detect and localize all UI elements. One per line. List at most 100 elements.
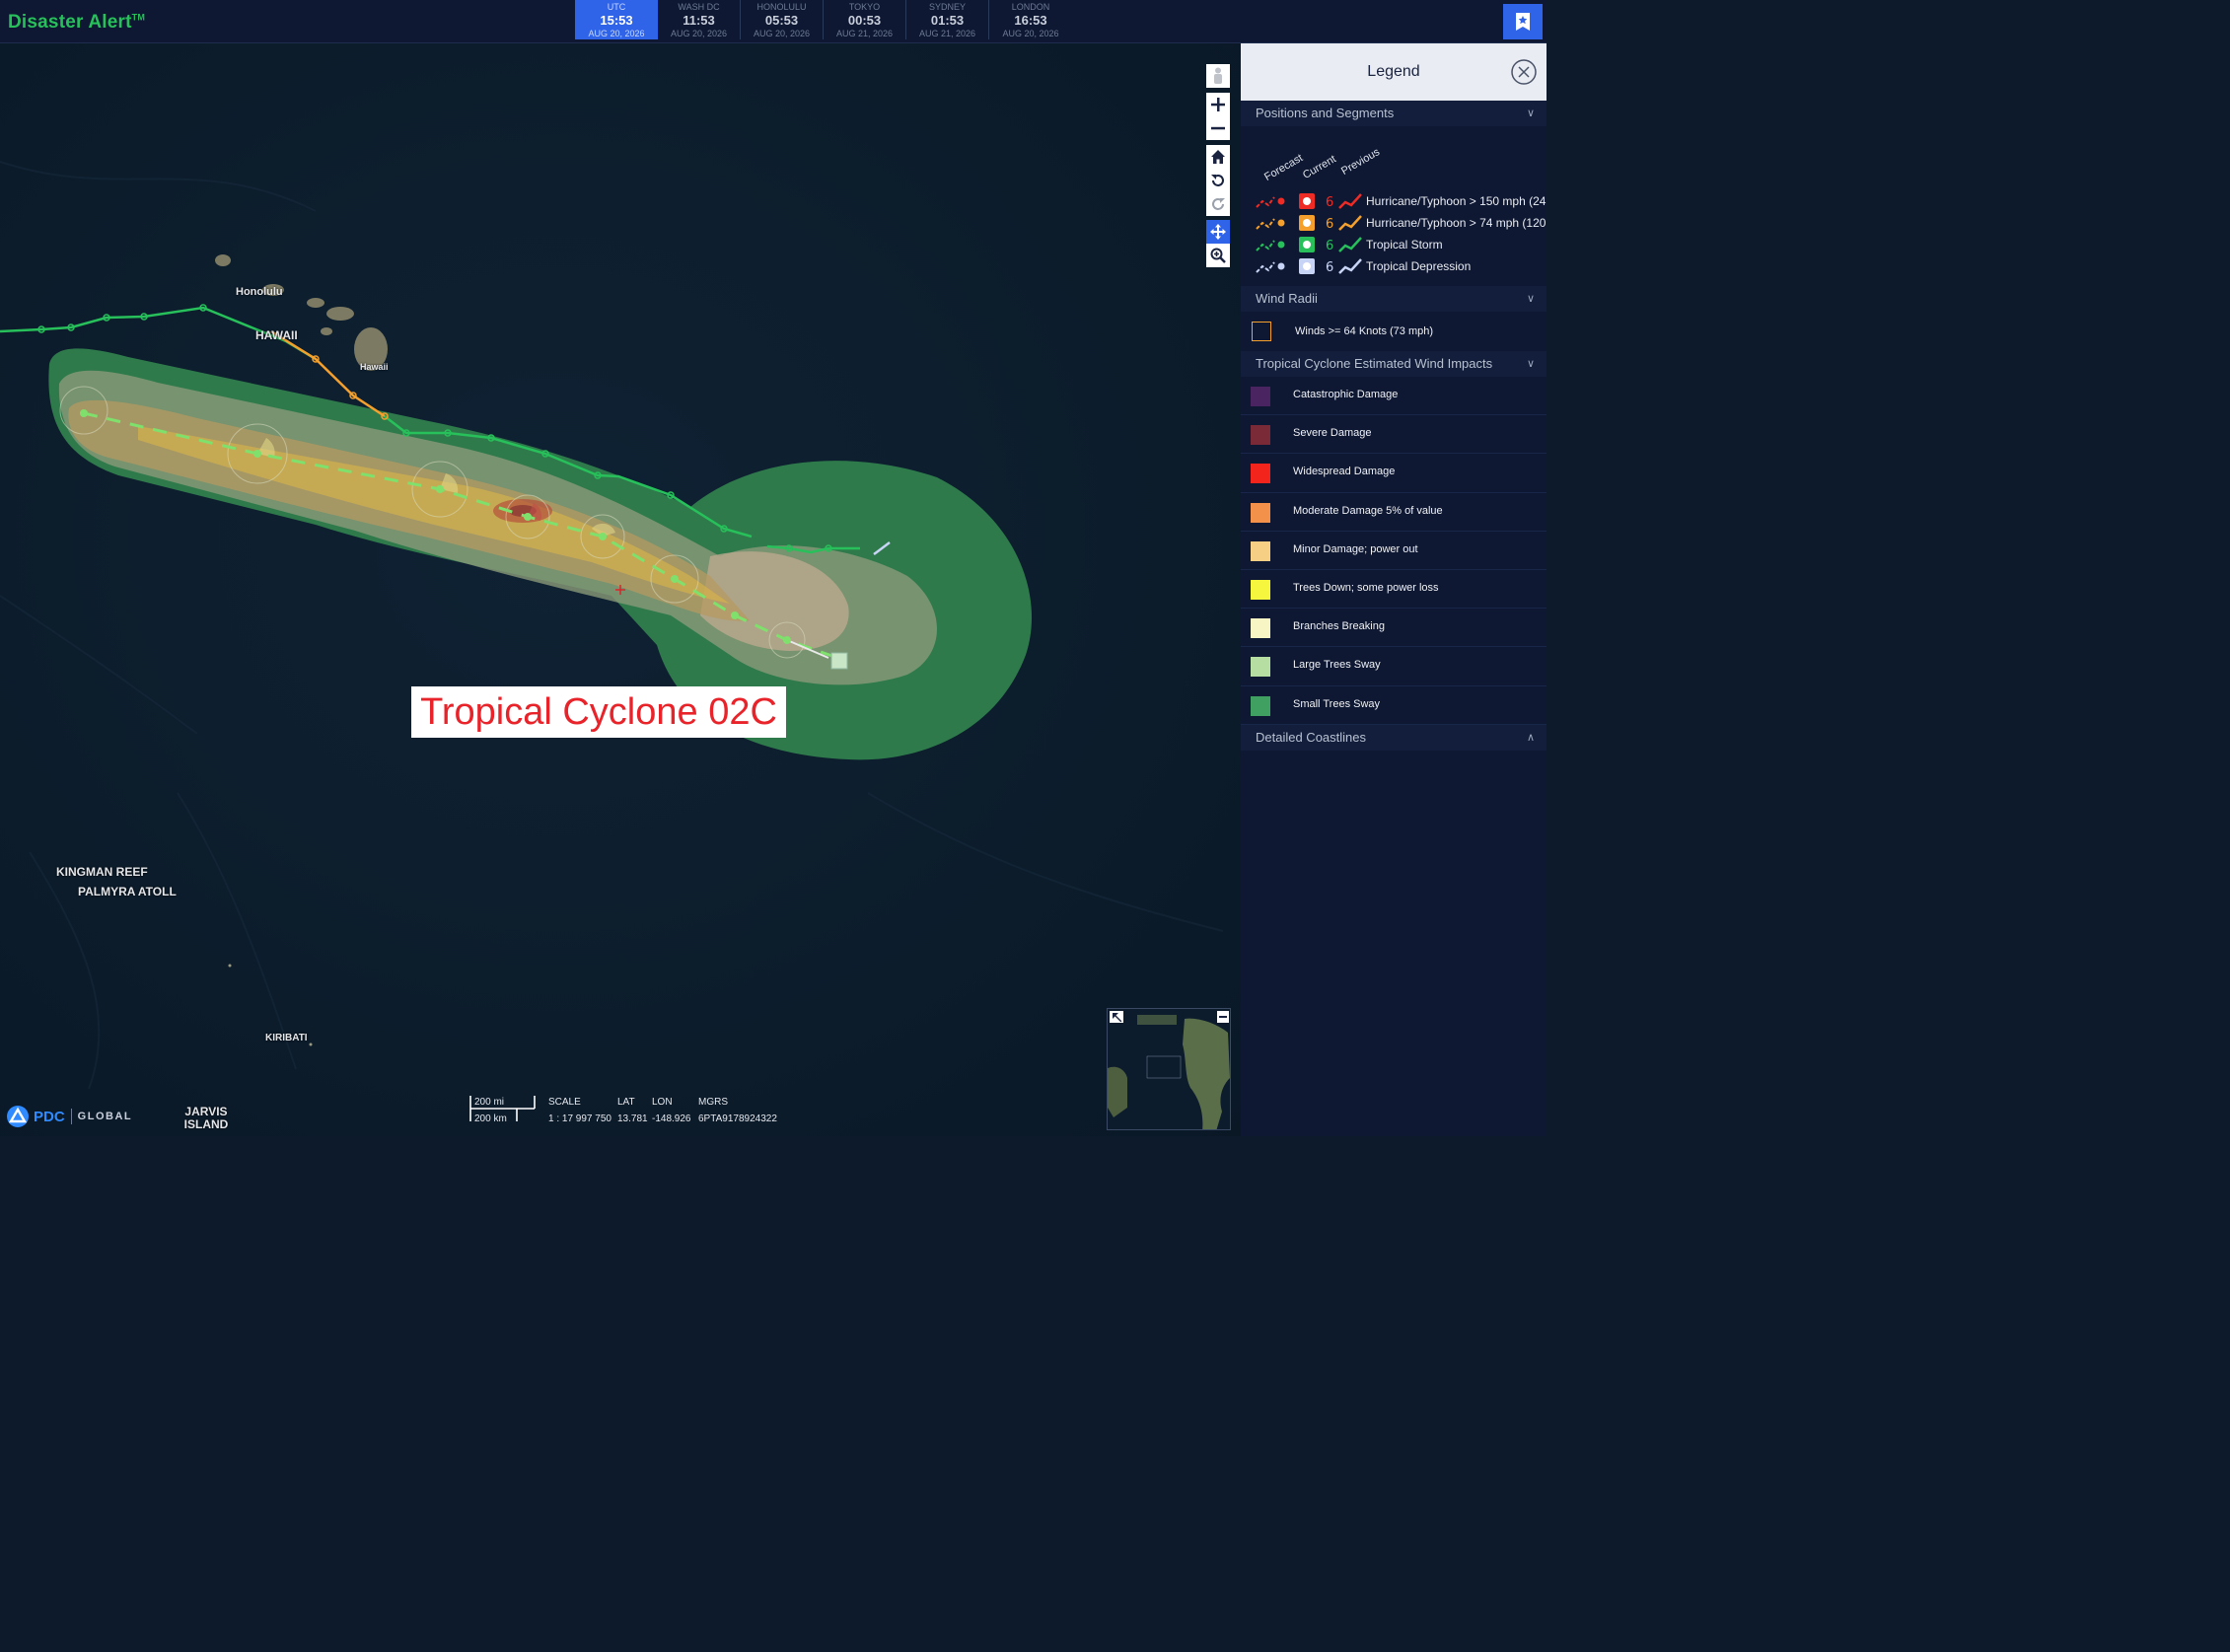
track-symbols-icon: 6: [1256, 193, 1362, 210]
pdc-global-text: GLOBAL: [77, 1111, 133, 1122]
clock-london[interactable]: LONDON 16:53 AUG 20, 2026: [989, 0, 1072, 39]
track-type-row: 6 Tropical Depression: [1255, 256, 1547, 276]
track-symbols-icon: 6: [1256, 258, 1362, 275]
chevron-down-icon: ∨: [1526, 358, 1535, 370]
scale-bar-mi: 200 mi: [474, 1097, 505, 1108]
scale-label: SCALE: [548, 1097, 581, 1108]
label-palmyra-atoll: PALMYRA ATOLL: [78, 885, 177, 898]
move-arrows-icon: [1210, 224, 1226, 240]
close-icon[interactable]: [1511, 59, 1537, 85]
section-wind-impacts[interactable]: Tropical Cyclone Estimated Wind Impacts …: [1241, 351, 1547, 377]
current-position-marker[interactable]: [830, 652, 848, 670]
clock-city: UTC: [607, 2, 626, 12]
section-title: Wind Radii: [1256, 291, 1318, 306]
app-logo[interactable]: Disaster AlertTM: [8, 12, 145, 34]
legend-title: Legend: [1367, 63, 1420, 80]
pdc-separator: [70, 1109, 72, 1124]
wind-impact-label: Small Trees Sway: [1293, 697, 1381, 710]
wind-impact-item: Severe Damage: [1241, 415, 1547, 455]
island-dot: [309, 1042, 313, 1046]
pan-mode-button[interactable]: [1206, 220, 1230, 244]
section-positions-segments[interactable]: Positions and Segments ∨: [1241, 101, 1547, 126]
wind-impact-label: Trees Down; some power loss: [1293, 581, 1439, 594]
wind-impact-swatch: [1251, 695, 1270, 716]
column-head-current: Current: [1301, 153, 1338, 181]
zoom-in-button[interactable]: [1206, 93, 1230, 116]
wind-impacts-list: Catastrophic Damage Severe Damage Widespre…: [1241, 377, 1547, 725]
lon-value: -148.926: [652, 1113, 691, 1124]
expand-arrow-icon: [1112, 1012, 1121, 1022]
clock-city: SYDNEY: [928, 2, 966, 12]
wind-impact-label: Branches Breaking: [1293, 620, 1385, 633]
clock-city: WASH DC: [678, 2, 720, 12]
wind-impact-item: Minor Damage; power out: [1241, 532, 1547, 570]
pdc-logo-icon: [7, 1106, 29, 1127]
scale-bar-km: 200 km: [474, 1113, 507, 1124]
label-hawaii-island: Hawaii: [360, 362, 389, 372]
wind-radii-label: Winds >= 64 Knots (73 mph): [1295, 325, 1434, 337]
label-kingman-reef: KINGMAN REEF: [56, 865, 148, 879]
island-dot: [228, 964, 232, 968]
clock-time: 16:53: [1014, 13, 1047, 28]
wind-impact-label: Catastrophic Damage: [1293, 389, 1399, 400]
pdc-branding[interactable]: PDC GLOBAL: [6, 1105, 132, 1128]
rotate-right-button[interactable]: [1206, 192, 1230, 216]
section-wind-radii[interactable]: Wind Radii ∨: [1241, 286, 1547, 312]
track-symbols-icon: 6: [1256, 237, 1362, 253]
wind-impact-label: Widespread Damage: [1293, 466, 1396, 478]
map-canvas: [0, 43, 1241, 1136]
section-detailed-coastlines[interactable]: Detailed Coastlines ∧: [1241, 724, 1547, 751]
clock-date: AUG 20, 2026: [588, 29, 645, 38]
trademark: TM: [131, 12, 146, 23]
minimap-collapse-button[interactable]: [1217, 1011, 1229, 1023]
clock-sydney[interactable]: SYDNEY 01:53 AUG 21, 2026: [906, 0, 989, 39]
plus-icon: [1211, 98, 1225, 111]
wind-impact-item: Branches Breaking: [1241, 609, 1547, 648]
rotate-right-icon: [1212, 198, 1225, 210]
column-head-previous: Previous: [1339, 146, 1383, 178]
wind-impact-item: Small Trees Sway: [1241, 686, 1547, 725]
lat-label: LAT: [617, 1097, 635, 1108]
bookmark-star-icon: [1516, 13, 1530, 31]
clock-city: HONOLULU: [756, 2, 807, 12]
wind-radii-swatch: [1252, 322, 1271, 341]
wind-impact-swatch: [1251, 464, 1270, 484]
home-button[interactable]: [1206, 145, 1230, 169]
legend-panel: Legend Positions and Segments ∨ Forecast…: [1241, 43, 1547, 1136]
clock-date: AUG 20, 2026: [753, 29, 811, 38]
wind-impact-swatch: [1251, 387, 1270, 406]
minus-icon: [1219, 1016, 1227, 1018]
wind-impact-swatch: [1251, 540, 1270, 561]
label-hawaii-region: HAWAII: [255, 328, 298, 342]
wind-impact-item: Trees Down; some power loss: [1241, 570, 1547, 610]
clock-honolulu[interactable]: HONOLULU 05:53 AUG 20, 2026: [741, 0, 824, 39]
street-view-button[interactable]: [1206, 64, 1230, 88]
wind-impact-swatch: [1251, 425, 1270, 446]
minimap-expand-button[interactable]: [1110, 1011, 1123, 1023]
clock-utc[interactable]: UTC 15:53 AUG 20, 2026: [575, 0, 658, 39]
bookmark-button[interactable]: [1503, 4, 1543, 39]
lon-label: LON: [652, 1097, 673, 1108]
track-type-label: Hurricane/Typhoon > 74 mph (120: [1366, 216, 1547, 230]
wind-impact-item: Widespread Damage: [1241, 454, 1547, 493]
clock-wash-dc[interactable]: WASH DC 11:53 AUG 20, 2026: [658, 0, 741, 39]
track-symbols-icon: 6: [1256, 215, 1362, 232]
wind-impact-label: Large Trees Sway: [1293, 659, 1381, 672]
wind-impact-item: Catastrophic Damage: [1241, 377, 1547, 416]
pegman-icon: [1214, 67, 1222, 84]
zoom-out-button[interactable]: [1206, 116, 1230, 140]
clock-time: 05:53: [764, 13, 799, 28]
chevron-up-icon: ∧: [1526, 731, 1535, 744]
clock-tokyo[interactable]: TOKYO 00:53 AUG 21, 2026: [824, 0, 906, 39]
map-view[interactable]: Honolulu HAWAII Hawaii KINGMAN REEF PALM…: [0, 43, 1241, 1136]
storm-title: Tropical Cyclone 02C: [420, 690, 777, 733]
wind-impact-label: Minor Damage; power out: [1293, 542, 1418, 555]
legend-header: Legend: [1241, 43, 1547, 101]
home-icon: [1211, 150, 1225, 164]
clock-time: 11:53: [683, 13, 715, 28]
clock-time: 00:53: [847, 13, 882, 28]
rotate-left-button[interactable]: [1206, 169, 1230, 192]
svg-text:6: 6: [1326, 217, 1333, 232]
mgrs-value: 6PTA9178924322: [698, 1113, 777, 1124]
zoom-box-button[interactable]: [1206, 244, 1230, 267]
